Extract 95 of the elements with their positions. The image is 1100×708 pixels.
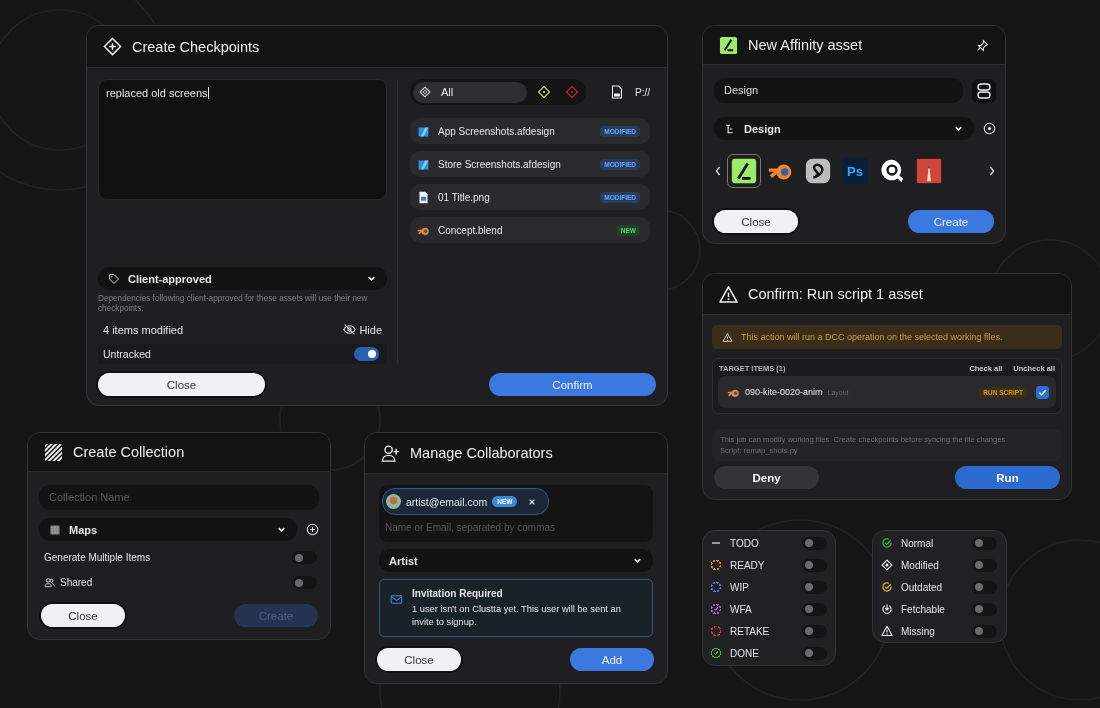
tag-icon xyxy=(108,272,120,285)
status-label: READY xyxy=(730,559,765,571)
dialog-title: Confirm: Run script 1 asset xyxy=(748,286,923,302)
state-icon xyxy=(881,625,893,637)
app-logo xyxy=(719,35,738,55)
filter-tab[interactable]: All xyxy=(413,81,527,103)
item-name: 090-kite-0020-anim xyxy=(745,387,823,397)
dialog-title: Create Checkpoints xyxy=(132,38,260,55)
hint-text: Dependencies following client-approved for these assets will use their new checkpoints. xyxy=(98,294,369,313)
status-label: DONE xyxy=(730,647,759,659)
file-type-icon xyxy=(417,124,430,138)
app-icon[interactable]: Ps xyxy=(840,156,870,186)
type-dropdown[interactable]: Maps xyxy=(39,518,297,541)
close-button[interactable]: Close xyxy=(377,648,461,671)
avatar xyxy=(386,494,401,509)
app-icon[interactable] xyxy=(729,156,759,186)
status-label: RETAKE xyxy=(730,625,770,637)
dialog-title: Manage Collaborators xyxy=(410,445,553,461)
toggle-switch[interactable] xyxy=(354,347,379,361)
file-name: 01 Title.png xyxy=(438,191,491,203)
close-icon[interactable] xyxy=(528,497,537,506)
toggle-switch[interactable] xyxy=(292,551,317,564)
chevron-right-icon[interactable] xyxy=(988,164,996,178)
toggle-switch[interactable] xyxy=(802,646,827,660)
toggle-switch[interactable] xyxy=(972,558,997,572)
file-name: App Screenshots.afdesign xyxy=(438,125,556,137)
file-name: Store Screenshots.afdesign xyxy=(438,158,562,170)
modified-count: 4 items modified xyxy=(103,323,184,336)
pin-icon[interactable] xyxy=(976,38,989,52)
file-name: Concept.blend xyxy=(438,224,504,236)
path-button[interactable]: P:// xyxy=(635,86,650,98)
hierarchy-icon xyxy=(724,122,736,135)
toggle-switch[interactable] xyxy=(802,580,827,594)
diamond-plus-icon xyxy=(103,37,122,56)
dialog-title: Create Collection xyxy=(73,444,185,460)
diamond-icon xyxy=(419,86,431,98)
close-button[interactable]: Close xyxy=(41,604,125,627)
option-label: Shared xyxy=(60,577,93,588)
app-icon[interactable] xyxy=(914,156,944,186)
notice-title: Invitation Required xyxy=(412,588,504,599)
dialog-title: New Affinity asset xyxy=(748,37,863,53)
option-label: Generate Multiple Items xyxy=(44,552,151,563)
hidden-eye-icon xyxy=(343,323,357,336)
notice-text: 1 user isn't on Clustta yet. This user will be sent an invite to signup. xyxy=(412,603,622,629)
state-icon xyxy=(881,537,893,549)
message-field[interactable]: replaced old screens xyxy=(98,79,387,200)
state-label: Fetchable xyxy=(901,603,945,615)
run-button[interactable]: Run xyxy=(955,466,1060,489)
hide-link[interactable]: Hide xyxy=(343,323,382,336)
toggle-switch[interactable] xyxy=(802,536,827,550)
deny-button[interactable]: Deny xyxy=(714,466,819,489)
untracked-label: Untracked xyxy=(103,348,151,360)
checkbox[interactable] xyxy=(1036,385,1049,399)
state-icon xyxy=(881,581,893,593)
placeholder-text: Name or Email, separated by commas xyxy=(384,521,557,533)
warning-icon xyxy=(719,284,738,304)
status-label: TODO xyxy=(730,537,759,549)
state-label: Modified xyxy=(901,559,939,571)
file-icon[interactable] xyxy=(611,85,623,99)
mail-icon xyxy=(390,593,403,606)
toggle-switch[interactable] xyxy=(802,558,827,572)
state-label: Normal xyxy=(901,537,934,549)
state-icon xyxy=(881,559,893,571)
state-label: Missing xyxy=(901,625,935,637)
tag-dropdown[interactable]: Client-approved xyxy=(98,267,387,291)
chip-email: artist@email.com xyxy=(406,495,488,508)
chevron-left-icon[interactable] xyxy=(714,164,722,178)
name-field[interactable]: Collection Name xyxy=(39,485,319,510)
state-icon xyxy=(881,603,893,615)
toggle-switch[interactable] xyxy=(972,580,997,594)
users-icon xyxy=(44,577,55,588)
toggle-switch[interactable] xyxy=(802,624,827,638)
app-icon[interactable] xyxy=(803,156,833,186)
status-label: WFA xyxy=(730,603,752,615)
toggle-switch[interactable] xyxy=(972,536,997,550)
image-file-icon xyxy=(417,190,430,204)
file-type-icon xyxy=(417,157,430,171)
add-user-icon xyxy=(381,443,400,463)
add-button[interactable]: Add xyxy=(570,648,654,671)
toggle-switch[interactable] xyxy=(292,576,317,589)
close-button[interactable]: Close xyxy=(714,210,798,233)
type-dropdown[interactable]: Design xyxy=(714,117,974,140)
warning-text: This action will run a DCC operation on the selected working files. xyxy=(741,332,1003,342)
close-button[interactable]: Close xyxy=(98,373,265,396)
grid-icon xyxy=(49,523,61,536)
create-button[interactable]: Create xyxy=(908,210,994,233)
toggle-switch[interactable] xyxy=(972,602,997,616)
name-field[interactable]: Design xyxy=(714,78,963,103)
confirm-button[interactable]: Confirm xyxy=(489,373,656,396)
warning-icon xyxy=(722,331,733,343)
toggle-switch[interactable] xyxy=(802,602,827,616)
toggle-switch[interactable] xyxy=(972,624,997,638)
role-dropdown[interactable]: Artist xyxy=(379,549,653,572)
state-label: Outdated xyxy=(901,581,943,593)
status-label: WIP xyxy=(730,581,749,593)
